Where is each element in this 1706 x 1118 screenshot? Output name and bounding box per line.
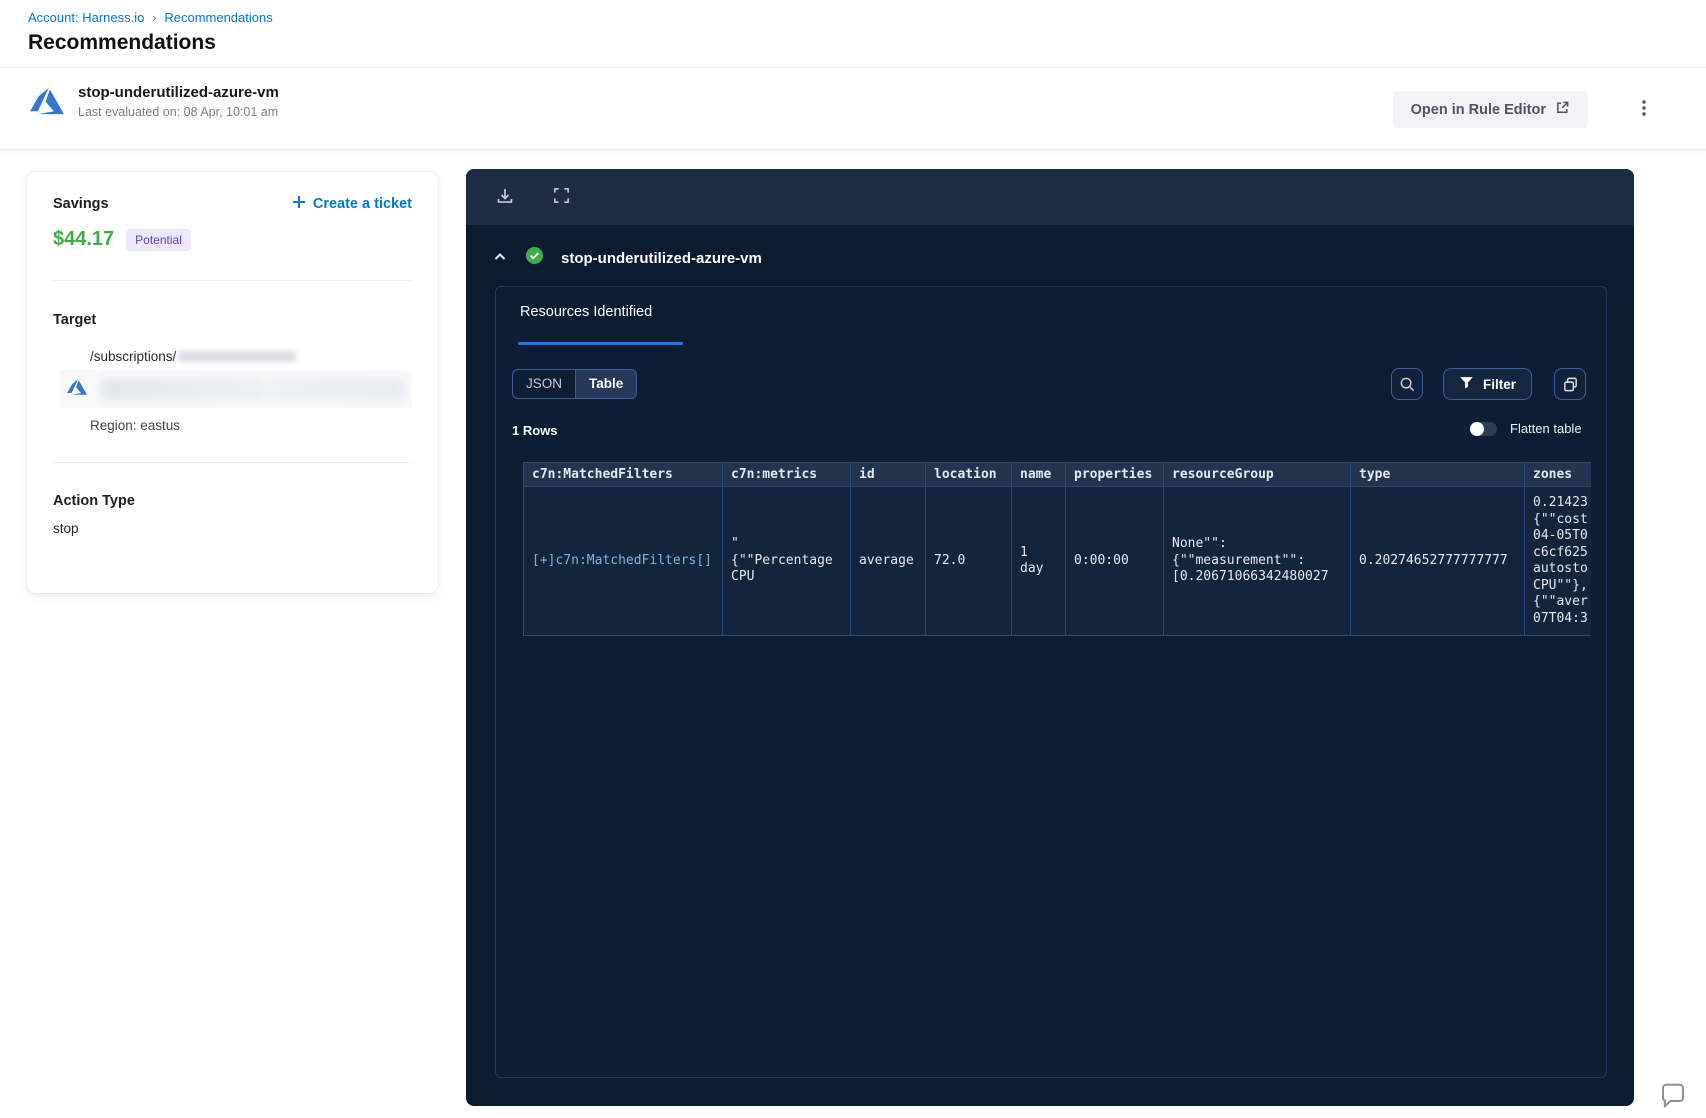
flatten-table-label: Flatten table xyxy=(1510,421,1582,436)
breadcrumb-separator-icon: › xyxy=(152,10,157,25)
cell-type: 0.20274652777777777 xyxy=(1350,486,1525,636)
page-title: Recommendations xyxy=(28,31,216,54)
divider xyxy=(53,462,412,463)
external-link-icon xyxy=(1555,100,1570,119)
view-table-button[interactable]: Table xyxy=(575,370,637,398)
cell-name: 1 day xyxy=(1011,486,1066,636)
recommendation-header-card: stop-underutilized-azure-vm Last evaluat… xyxy=(0,67,1706,150)
target-resource-row xyxy=(59,370,412,408)
redacted-target-text xyxy=(178,351,297,362)
create-ticket-button[interactable]: Create a ticket xyxy=(292,195,412,213)
open-in-rule-editor-button[interactable]: Open in Rule Editor xyxy=(1392,91,1588,128)
cell-id: average xyxy=(850,486,926,636)
last-evaluated-text: Last evaluated on: 08 Apr, 10:01 am xyxy=(78,105,279,119)
panel-rule-title: stop-underutilized-azure-vm xyxy=(561,249,762,267)
table-header-row: c7n:MatchedFilters c7n:metrics id locati… xyxy=(523,462,1591,487)
success-check-icon xyxy=(525,246,544,270)
col-header-metrics: c7n:metrics xyxy=(722,462,851,487)
cell-zones: 0.21423 {""cost 04-05T0 c6cf625 autosto … xyxy=(1524,486,1591,636)
breadcrumb-recommendations-link[interactable]: Recommendations xyxy=(164,10,272,25)
download-icon[interactable] xyxy=(494,186,516,208)
cell-location: 72.0 xyxy=(925,486,1012,636)
azure-icon xyxy=(30,84,64,123)
open-in-rule-editor-label: Open in Rule Editor xyxy=(1410,101,1546,118)
search-icon[interactable] xyxy=(1391,368,1423,400)
col-header-matched-filters: c7n:MatchedFilters xyxy=(523,462,723,487)
resources-identified-card: Resources Identified JSON Table Filter 1… xyxy=(495,286,1607,1078)
col-header-resource-group: resourceGroup xyxy=(1163,462,1351,487)
resources-table-container[interactable]: c7n:MatchedFilters c7n:metrics id locati… xyxy=(523,462,1591,644)
savings-amount: $44.17 xyxy=(53,228,115,250)
table-row: [+]c7n:MatchedFilters[] " {""Percentage … xyxy=(523,486,1591,636)
col-header-type: type xyxy=(1350,462,1525,487)
active-tab-underline xyxy=(518,342,683,345)
view-mode-toggle: JSON Table xyxy=(512,369,638,399)
action-type-value: stop xyxy=(53,521,79,536)
cell-properties: 0:00:00 xyxy=(1065,486,1164,636)
cell-resource-group: None"": {""measurement"": [0.20671066342… xyxy=(1163,486,1351,636)
copy-icon[interactable] xyxy=(1554,368,1586,400)
target-label: Target xyxy=(53,312,97,328)
row-count-text: 1 Rows xyxy=(512,423,558,438)
tab-resources-identified[interactable]: Resources Identified xyxy=(520,304,652,320)
breadcrumb-account-link[interactable]: Account: Harness.io xyxy=(28,10,144,25)
filter-button[interactable]: Filter xyxy=(1443,368,1533,400)
help-chat-icon[interactable] xyxy=(1656,1080,1690,1114)
cell-matched-filters-expander[interactable]: [+]c7n:MatchedFilters[] xyxy=(523,486,723,636)
col-header-id: id xyxy=(850,462,926,487)
create-ticket-label: Create a ticket xyxy=(312,196,412,212)
view-json-button[interactable]: JSON xyxy=(513,370,575,398)
resources-table: c7n:MatchedFilters c7n:metrics id locati… xyxy=(523,462,1591,636)
flatten-table-toggle[interactable] xyxy=(1470,421,1497,436)
target-path: /subscriptions/ xyxy=(90,349,177,364)
kebab-menu-icon[interactable] xyxy=(1630,95,1658,123)
plus-icon xyxy=(292,195,306,213)
filter-label: Filter xyxy=(1483,376,1517,392)
col-header-zones: zones xyxy=(1524,462,1591,487)
recommendation-name: stop-underutilized-azure-vm xyxy=(78,84,279,101)
col-header-location: location xyxy=(925,462,1012,487)
evaluation-results-panel: stop-underutilized-azure-vm Resources Id… xyxy=(466,169,1634,1106)
panel-toolbar xyxy=(466,169,1634,225)
col-header-name: name xyxy=(1011,462,1066,487)
potential-badge: Potential xyxy=(126,228,191,251)
breadcrumb: Account: Harness.io › Recommendations xyxy=(28,10,273,25)
azure-icon xyxy=(67,377,87,402)
fullscreen-icon[interactable] xyxy=(550,186,572,208)
col-header-properties: properties xyxy=(1065,462,1164,487)
collapse-chevron-icon[interactable] xyxy=(492,250,508,266)
cell-metrics: " {""Percentage CPU xyxy=(722,486,851,636)
filter-icon xyxy=(1459,375,1474,393)
savings-label: Savings xyxy=(53,196,109,212)
divider xyxy=(53,280,412,281)
action-type-label: Action Type xyxy=(53,493,135,509)
redacted-resource-text xyxy=(101,378,404,400)
region-text: Region: eastus xyxy=(90,418,181,433)
recommendation-details-card: Savings Create a ticket $44.17 Potential… xyxy=(27,172,438,593)
